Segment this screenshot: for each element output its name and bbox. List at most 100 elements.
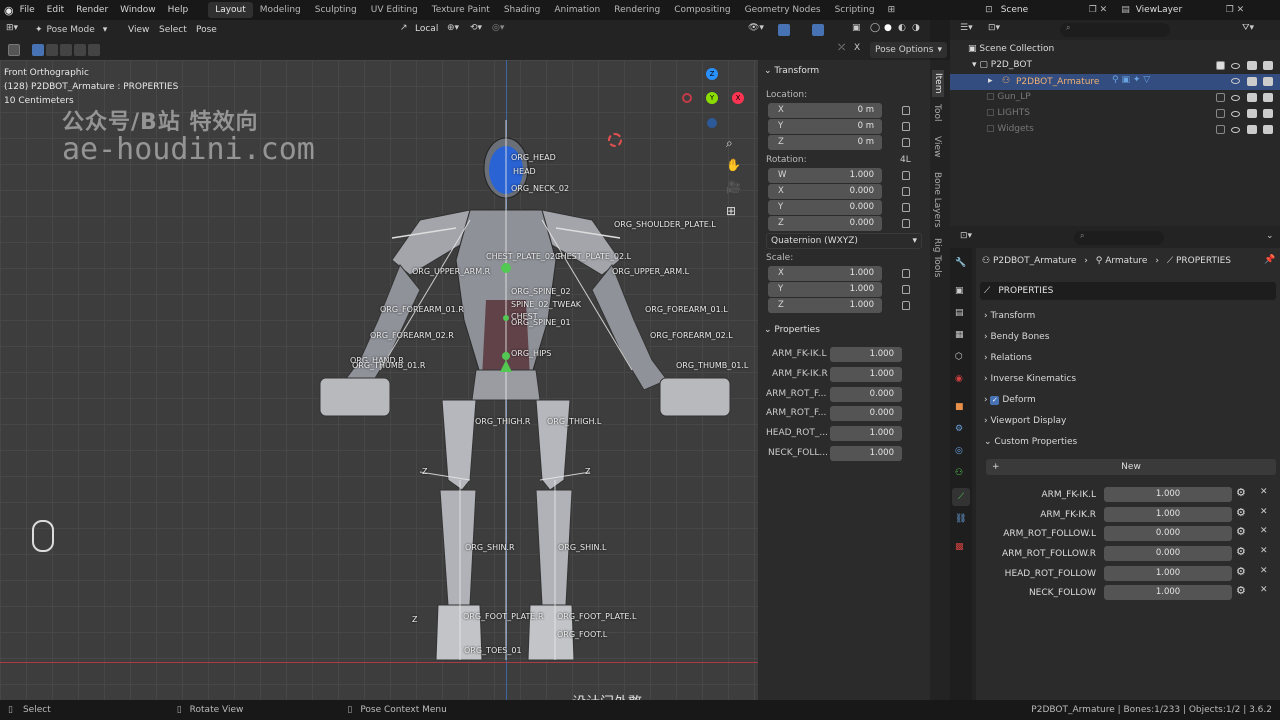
deform-checkbox[interactable]: ✓ xyxy=(990,396,1000,405)
viewport-menu-pose[interactable]: Pose xyxy=(190,20,223,40)
close-icon[interactable]: ✕ xyxy=(1260,507,1268,517)
outliner-search-input[interactable]: ⌕ xyxy=(1060,23,1170,37)
mirror-x-button[interactable]: X xyxy=(854,43,860,53)
object-data-tab-icon[interactable]: ⚇ xyxy=(955,468,963,478)
rotation-4l-toggle[interactable]: 4L xyxy=(900,155,911,165)
camera-render-icon[interactable] xyxy=(1263,93,1273,102)
workspace-tab-texture-paint[interactable]: Texture Paint xyxy=(425,2,497,18)
viewport-menu-select[interactable]: Select xyxy=(153,20,193,40)
gear-icon[interactable]: ⚙ xyxy=(1236,584,1246,597)
display-mode-icon[interactable]: ⊡▾ xyxy=(988,23,1000,33)
gear-icon[interactable]: ⚙ xyxy=(1236,525,1246,538)
menu-edit[interactable]: Edit xyxy=(41,0,70,20)
shading-material-icon[interactable]: ◐ xyxy=(898,23,906,33)
scene-tab-icon[interactable]: ⬡ xyxy=(955,352,963,362)
outliner-editor-type-icon[interactable]: ☰▾ xyxy=(960,23,973,33)
close-icon[interactable]: ✕ xyxy=(1260,526,1268,536)
eye-icon[interactable] xyxy=(1231,78,1240,84)
monitor-icon[interactable] xyxy=(1247,109,1257,118)
close-icon[interactable]: ✕ xyxy=(1260,585,1268,595)
tab-tool[interactable]: Tool xyxy=(932,104,942,121)
close-icon[interactable]: ✕ xyxy=(1260,566,1268,576)
properties-panel-header[interactable]: ⌄ Properties xyxy=(764,325,820,335)
properties-search-input[interactable]: ⌕ xyxy=(1074,231,1164,245)
world-tab-icon[interactable]: ◉ xyxy=(955,374,963,384)
camera-render-icon[interactable] xyxy=(1263,125,1273,134)
collapse-icon[interactable]: ⌄ xyxy=(1266,231,1274,241)
outliner-item-widgets[interactable]: ▢ Widgets xyxy=(986,124,1034,134)
workspace-tab-rendering[interactable]: Rendering xyxy=(607,2,667,18)
scene-type-icon[interactable]: ⊡ xyxy=(985,5,993,15)
viewport-menu-view[interactable]: View xyxy=(122,20,155,40)
npanel-prop-field[interactable]: 1.000 xyxy=(830,367,902,382)
camera-render-icon[interactable] xyxy=(1263,61,1273,70)
shading-solid-icon[interactable]: ● xyxy=(884,23,892,33)
rotation-y-field[interactable]: Y 0.000 xyxy=(768,200,882,215)
eye-icon[interactable] xyxy=(1231,127,1240,133)
lock-icon[interactable] xyxy=(902,187,910,196)
lock-icon[interactable] xyxy=(902,219,910,228)
monitor-icon[interactable] xyxy=(1247,93,1257,102)
workspace-tab-scripting[interactable]: Scripting xyxy=(828,2,882,18)
eye-icon[interactable] xyxy=(1231,95,1240,101)
tab-view[interactable]: View xyxy=(932,136,942,157)
robot-armature-model[interactable] xyxy=(0,60,758,700)
rotation-x-field[interactable]: X 0.000 xyxy=(768,184,882,199)
location-z-field[interactable]: Z 0 m xyxy=(768,135,882,150)
gear-icon[interactable]: ⚙ xyxy=(1236,545,1246,558)
npanel-prop-field[interactable]: 1.000 xyxy=(830,426,902,441)
tool-tab-icon[interactable]: 🔧 xyxy=(955,258,966,268)
copy-scene-icon[interactable]: ❐ ✕ xyxy=(1089,5,1107,15)
scale-y-field[interactable]: Y 1.000 xyxy=(768,282,882,297)
menu-window[interactable]: Window xyxy=(114,0,162,20)
mode-selector[interactable]: ✦ Pose Mode ▾ xyxy=(30,22,118,38)
lock-icon[interactable] xyxy=(902,122,910,131)
gear-icon[interactable]: ⚙ xyxy=(1236,486,1246,499)
add-workspace-icon[interactable]: ⊞ xyxy=(888,5,896,15)
outliner-item-p2d-bot[interactable]: ▾ ▢ P2D_BOT xyxy=(972,60,1032,70)
eye-icon[interactable] xyxy=(1231,111,1240,117)
tab-bone-layers[interactable]: Bone Layers xyxy=(932,172,942,228)
workspace-tab-compositing[interactable]: Compositing xyxy=(667,2,737,18)
monitor-icon[interactable] xyxy=(1247,125,1257,134)
outliner-item-gun[interactable]: ▢ Gun_LP xyxy=(986,92,1031,102)
panel-custom-properties[interactable]: ⌄ Custom Properties xyxy=(984,437,1077,447)
view-layer-tab-icon[interactable]: ▦ xyxy=(955,330,964,340)
lock-icon[interactable] xyxy=(902,138,910,147)
custom-prop-field[interactable]: 0.000 xyxy=(1104,546,1232,561)
workspace-tab-layout[interactable]: Layout xyxy=(208,2,253,18)
mirror-icon[interactable]: ⤫ xyxy=(838,43,845,53)
overlay-toggle-icon[interactable] xyxy=(812,24,824,36)
scale-z-field[interactable]: Z 1.000 xyxy=(768,298,882,313)
workspace-tab-animation[interactable]: Animation xyxy=(547,2,607,18)
select-mode-new-icon[interactable] xyxy=(32,44,44,56)
exclude-checkbox[interactable] xyxy=(1216,93,1225,102)
custom-prop-field[interactable]: 1.000 xyxy=(1104,566,1232,581)
proportional-icon[interactable]: ◎▾ xyxy=(492,23,504,33)
bone-name-field[interactable]: ⟋ PROPERTIES xyxy=(980,282,1276,300)
shading-wireframe-icon[interactable]: ◯ xyxy=(870,23,880,33)
custom-prop-field[interactable]: 0.000 xyxy=(1104,526,1232,541)
select-mode-extend-icon[interactable] xyxy=(46,44,58,56)
outliner-scene-collection[interactable]: ▣ Scene Collection xyxy=(968,44,1054,54)
tab-item[interactable]: Item xyxy=(932,70,944,97)
outliner-item-lights[interactable]: ▢ LIGHTS xyxy=(986,108,1030,118)
npanel-prop-field[interactable]: 1.000 xyxy=(830,446,902,461)
scene-selector[interactable]: Scene xyxy=(1001,5,1089,15)
panel-inverse-kinematics[interactable]: › Inverse Kinematics xyxy=(984,374,1076,384)
blender-logo-icon[interactable]: ◉ xyxy=(4,4,14,17)
lock-icon[interactable] xyxy=(902,203,910,212)
menu-help[interactable]: Help xyxy=(162,0,195,20)
camera-render-icon[interactable] xyxy=(1263,109,1273,118)
gear-icon[interactable]: ⚙ xyxy=(1236,565,1246,578)
expand-arrow-icon[interactable]: ▸ xyxy=(988,76,993,86)
custom-prop-field[interactable]: 1.000 xyxy=(1104,585,1232,600)
custom-prop-field[interactable]: 1.000 xyxy=(1104,487,1232,502)
lock-icon[interactable] xyxy=(902,106,910,115)
render-tab-icon[interactable]: ▣ xyxy=(955,286,964,296)
panel-bendy-bones[interactable]: › Bendy Bones xyxy=(984,332,1049,342)
bone-tab-icon[interactable]: ⟋ xyxy=(952,488,970,506)
rotation-w-field[interactable]: W 1.000 xyxy=(768,168,882,183)
bone-constraint-tab-icon[interactable]: ⛓ xyxy=(955,514,966,524)
rotation-mode-dropdown[interactable]: Quaternion (WXYZ) ▾ xyxy=(766,233,922,249)
